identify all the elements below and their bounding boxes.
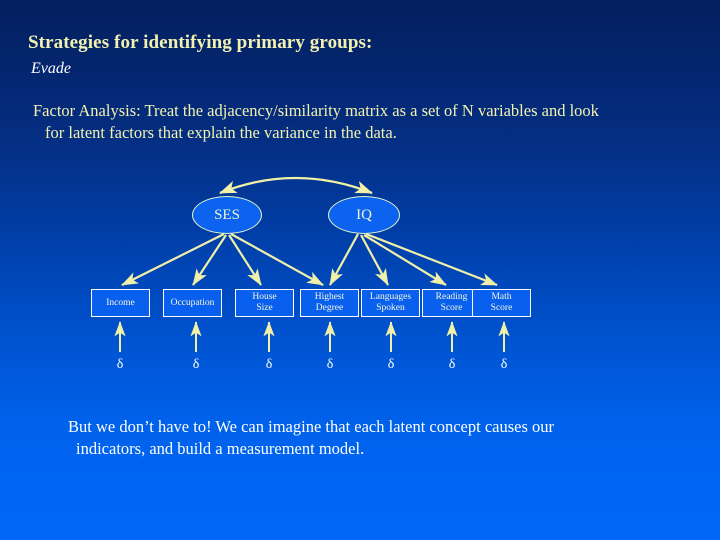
closing-line-1: But we don’t have to! We can imagine tha… <box>68 417 555 436</box>
latent-node-iq[interactable]: IQ <box>328 196 400 234</box>
indicator-label-math-score-line2: Score <box>490 303 513 313</box>
covariance-arrow-ses-iq <box>219 176 373 195</box>
indicator-label-reading-score-line2: Score <box>440 303 463 313</box>
indicator-label-highest-degree-line2: Degree <box>315 303 344 313</box>
indicator-box-occupation[interactable]: Occupation <box>163 289 222 317</box>
error-term-math-score: δ <box>500 357 508 372</box>
indicator-label-reading-score-line1: Reading <box>435 292 468 303</box>
latent-node-iq-label: IQ <box>356 206 372 223</box>
indicator-label-house-size-line2: Size <box>256 303 273 313</box>
indicator-box-income[interactable]: Income <box>91 289 150 317</box>
closing-paragraph: But we don’t have to! We can imagine tha… <box>68 416 668 460</box>
indicator-box-languages-spoken[interactable]: Languages Spoken <box>361 289 420 317</box>
indicator-box-highest-degree[interactable]: Highest Degree <box>300 289 359 317</box>
indicator-label-highest-degree-line1: Highest <box>314 292 345 303</box>
indicator-label-occupation: Occupation <box>170 297 215 308</box>
slide-canvas: Strategies for identifying primary group… <box>0 0 720 540</box>
indicator-label-math-score-line1: Math <box>491 292 512 303</box>
indicator-box-math-score[interactable]: Math Score <box>472 289 531 317</box>
error-term-highest-degree: δ <box>326 357 334 372</box>
loading-iq-highest-degree <box>329 233 359 286</box>
latent-node-ses-label: SES <box>214 206 240 223</box>
closing-line-2: indicators, and build a measurement mode… <box>76 439 365 459</box>
error-term-income: δ <box>116 357 124 372</box>
loading-ses-occupation <box>192 234 227 286</box>
error-term-reading-score: δ <box>448 357 456 372</box>
error-term-languages-spoken: δ <box>387 357 395 372</box>
latent-node-ses[interactable]: SES <box>192 196 262 234</box>
indicator-label-income: Income <box>106 297 135 308</box>
indicator-label-house-size-line1: House <box>252 292 277 303</box>
indicator-label-languages-spoken-line2: Spoken <box>376 303 405 313</box>
indicator-label-languages-spoken-line1: Languages <box>369 292 412 303</box>
error-term-house-size: δ <box>265 357 273 372</box>
error-term-occupation: δ <box>192 357 200 372</box>
indicator-box-house-size[interactable]: House Size <box>235 289 294 317</box>
